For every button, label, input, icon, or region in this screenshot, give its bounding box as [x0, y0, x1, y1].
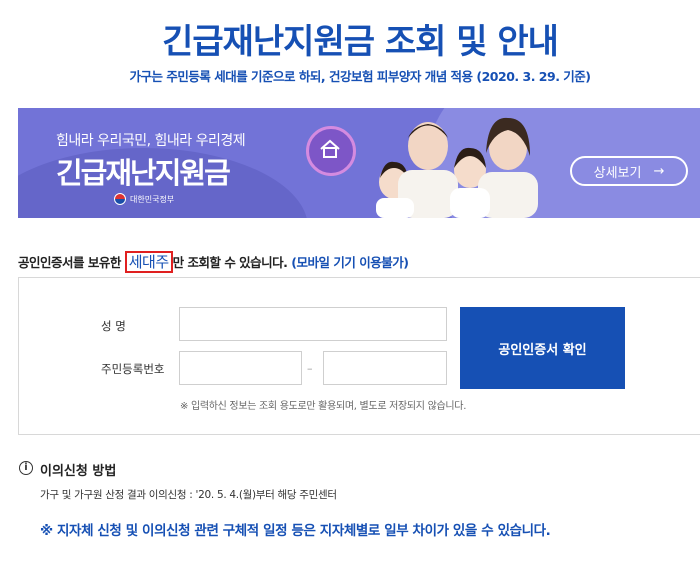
name-input[interactable] — [179, 307, 447, 341]
certificate-confirm-button[interactable]: 공인인증서 확인 — [460, 307, 625, 389]
banner-tagline: 힘내라 우리국민, 힘내라 우리경제 — [56, 133, 246, 149]
rrn-label: 주민등록번호 — [101, 362, 165, 376]
family-illustration — [376, 117, 538, 218]
promo-banner[interactable]: 힘내라 우리국민, 힘내라 우리경제 긴급재난지원금 대한민국정부 상세보기 → — [18, 108, 700, 218]
government-logo-icon — [114, 193, 126, 205]
rrn-front-input[interactable] — [179, 351, 302, 385]
banner-headline: 긴급재난지원금 — [56, 156, 231, 190]
notice-suffix: 만 조회할 수 있습니다. — [172, 255, 288, 270]
detail-button[interactable]: 상세보기 → — [570, 156, 688, 186]
rrn-separator: – — [307, 362, 313, 375]
notice-prefix: 공인인증서를 보유한 — [18, 255, 125, 270]
objection-title: 이의신청 방법 — [40, 464, 117, 479]
house-icon — [306, 126, 356, 176]
rrn-back-input[interactable] — [323, 351, 447, 385]
page-subtitle: 가구는 주민등록 세대를 기준으로 하되, 건강보험 피부양자 개념 적용 (2… — [129, 69, 591, 84]
certificate-notice: 공인인증서를 보유한 세대주 만 조회할 수 있습니다. (모바일 기기 이용불가… — [18, 251, 409, 273]
regional-disclaimer: ※ 지자체 신청 및 이의신청 관련 구체적 일정 등은 지자체별로 일부 차이… — [40, 523, 551, 539]
banner-government-label: 대한민국정부 — [130, 195, 175, 204]
name-label: 성 명 — [101, 319, 126, 333]
notice-highlight: 세대주 — [124, 251, 173, 273]
mobile-note: (모바일 기기 이용불가) — [291, 255, 409, 270]
objection-text: 가구 및 가구원 산정 결과 이의신청 : '20. 5. 4.(월)부터 해당… — [40, 489, 337, 501]
info-icon: i — [19, 461, 33, 475]
detail-button-label: 상세보기 — [593, 165, 642, 181]
page-title: 긴급재난지원금 조회 및 안내 — [162, 22, 559, 62]
arrow-right-icon: → — [653, 163, 665, 179]
privacy-help-text: ※ 입력하신 정보는 조회 용도로만 활용되며, 별도로 저장되지 않습니다. — [180, 401, 467, 412]
